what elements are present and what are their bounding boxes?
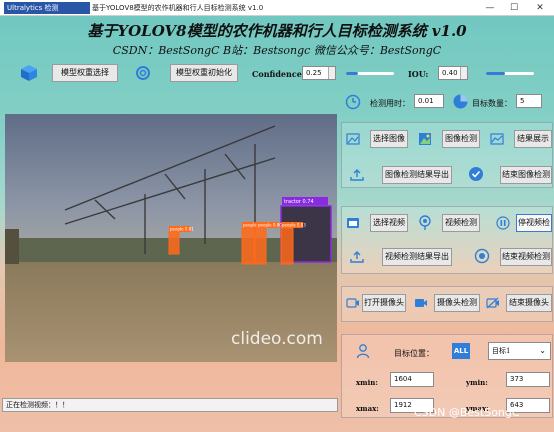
count-label: 目标数量： [472,99,512,108]
line-chart-icon [490,132,504,146]
chevron-down-icon: ⌄ [539,346,546,355]
time-label: 检测用时： [370,99,410,108]
detect-camera-button[interactable]: 摄像头检测 [434,294,480,312]
location-icon [418,215,432,231]
status-bar: 正在检测视频：！！ [2,398,338,412]
pause-icon [496,216,510,230]
detect-video-button[interactable]: 视频检测 [442,214,480,232]
iou-slider[interactable] [486,72,534,75]
target-position-label: 目标位置： [394,349,434,358]
minimize-button[interactable]: — [478,0,502,16]
window-title: 基于YOLOV8模型的农作机器和行人目标检测系统 v1.0 [92,4,264,12]
iou-value: 0.40 [442,69,458,77]
upload-icon [350,168,364,182]
person-label-3: people 0.80 [258,223,282,228]
camera-icon [346,297,360,309]
select-weights-button[interactable]: 模型权重选择 [52,64,118,82]
photo-detect-icon [418,132,432,146]
target-select-value: 目标1 [492,347,511,355]
person-label-1: people 0.81 [170,227,194,232]
stop-video-button[interactable]: 结束视频检测 [500,248,552,266]
image-icon [346,132,360,146]
page-subtitle: CSDN：BestSongC B站：Bestsongc 微信公众号：BestSo… [112,44,442,57]
pie-chart-icon [452,93,469,110]
camera-off-icon [486,297,500,309]
check-icon [468,166,484,182]
app-logo: Ultralytics 检测 [4,2,90,14]
person-label-4: people 0.83 [282,223,306,228]
video-watermark: clideo.com [231,329,323,349]
xmin-field: 1604 [390,372,434,387]
pause-video-button[interactable]: 停视频检 [516,214,552,232]
clock-icon [345,94,361,110]
confidence-input[interactable]: 0.25 [302,66,336,80]
count-value: 5 [516,94,542,108]
page-title: 基于YOLOV8模型的农作机器和行人目标检测系统 v1.0 [87,22,467,40]
stop-image-button[interactable]: 结束图像检测 [500,166,552,184]
export-video-button[interactable]: 视频检测结果导出 [382,248,452,266]
preview-scene: tractor 0.74 people 0.81 people 0.85 peo… [5,114,337,362]
stop-circle-icon [474,248,490,264]
detection-preview: tractor 0.74 people 0.81 people 0.85 peo… [5,114,337,362]
confidence-label: Confidence: [252,69,305,79]
cube-icon [20,64,38,82]
tractor-label: tractor 0.74 [284,199,314,205]
credit-watermark: CSDN @BestSongC [414,406,520,419]
all-badge-icon[interactable]: ALL [452,343,470,359]
init-weights-button[interactable]: 模型权重初始化 [170,64,238,82]
gear-icon [134,64,152,82]
upload-video-icon [350,250,364,264]
maximize-button[interactable]: ☐ [502,0,526,16]
window-titlebar: Ultralytics 检测 基于YOLOV8模型的农作机器和行人目标检测系统 … [0,0,554,16]
iou-input[interactable]: 0.40 [438,66,468,80]
confidence-value: 0.25 [306,69,322,77]
detect-image-button[interactable]: 图像检测 [442,130,480,148]
confidence-slider[interactable] [346,72,394,75]
person-box-3 [254,227,267,265]
ymin-field: 373 [506,372,550,387]
show-result-button[interactable]: 结果展示 [514,130,552,148]
person-box-4 [280,227,294,265]
xmax-label: xmax: [356,404,379,413]
confidence-spinner[interactable] [328,67,335,79]
person-box-2 [241,227,255,265]
xmin-label: xmin: [356,378,378,387]
person-icon [356,343,370,359]
time-value: 0.01 [414,94,444,108]
confidence-slider-fill [346,72,358,75]
iou-slider-fill [486,72,506,75]
select-image-button[interactable]: 选择图像 [370,130,408,148]
export-image-button[interactable]: 图像检测结果导出 [382,166,452,184]
target-select[interactable]: 目标1 ⌄ [488,342,551,360]
stop-camera-button[interactable]: 结束摄像头 [506,294,552,312]
person-box-1 [168,231,180,255]
iou-label: IOU: [408,69,429,79]
close-button[interactable]: ✕ [528,0,552,16]
camera-detect-icon [414,297,428,309]
open-camera-button[interactable]: 打开摄像头 [362,294,406,312]
ymin-label: ymin: [466,378,488,387]
select-video-button[interactable]: 选择视频 [370,214,408,232]
video-icon [346,216,360,230]
iou-spinner[interactable] [460,67,467,79]
